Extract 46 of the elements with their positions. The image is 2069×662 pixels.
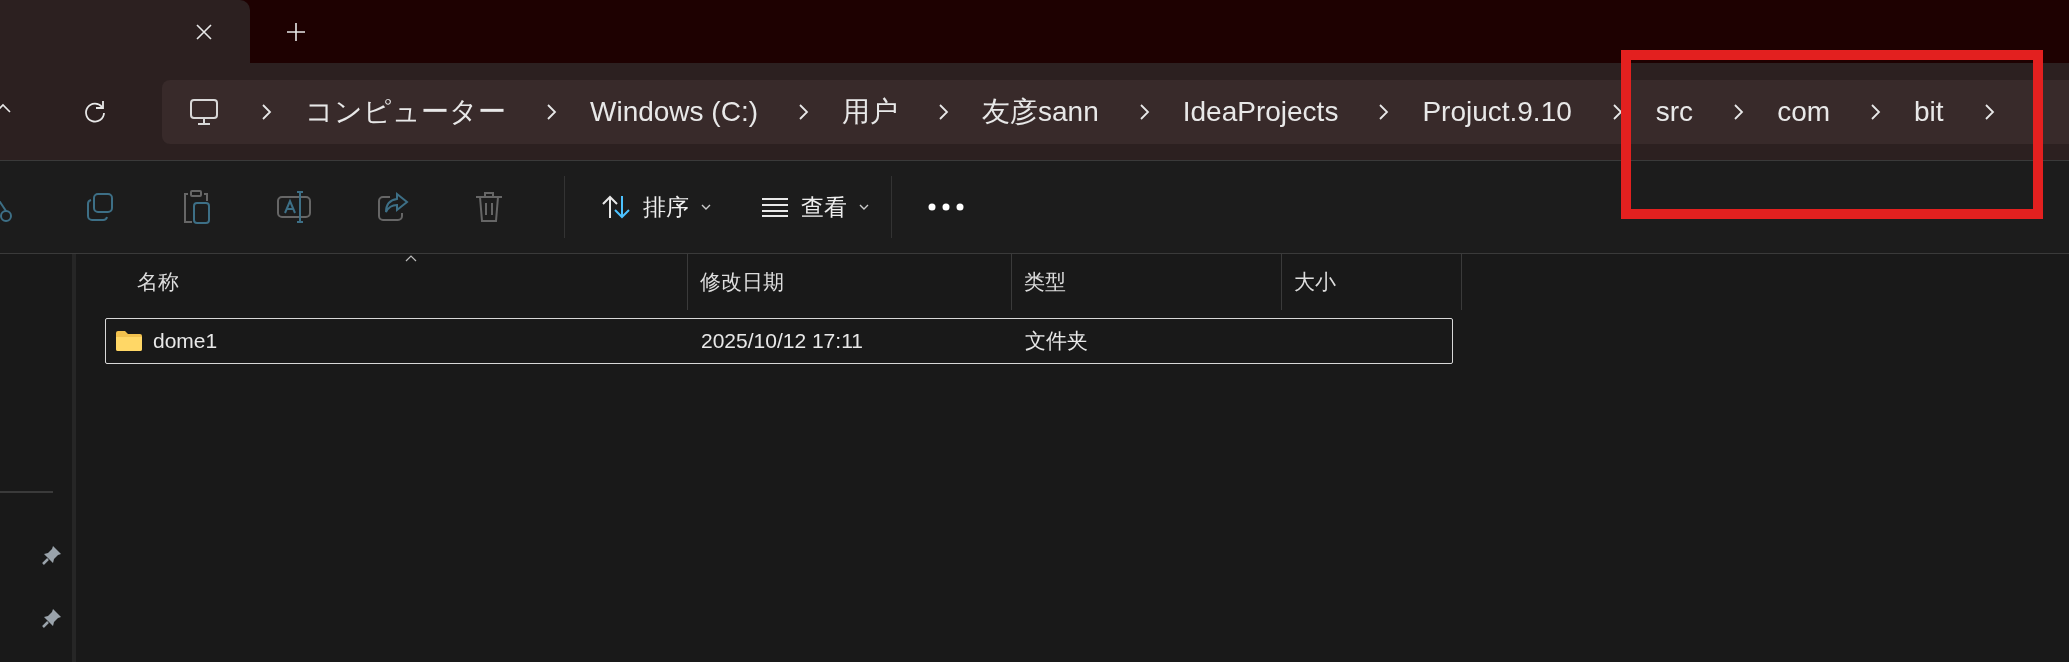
address-bar[interactable]: コンピューター Windows (C:) 用户 友彦sann IdeaProjects Projuct.9.10 src com bit: [162, 79, 2069, 144]
refresh-icon[interactable]: [82, 98, 108, 125]
column-header[interactable]: 修改日期: [688, 254, 1012, 310]
monitor-icon[interactable]: [189, 97, 219, 126]
breadcrumb-item[interactable]: Projuct.9.10: [1422, 95, 1572, 128]
sort-button[interactable]: 排序: [595, 191, 717, 223]
column-header[interactable]: 名称: [105, 254, 688, 310]
caret-icon: [701, 203, 711, 211]
view-button[interactable]: 查看: [755, 191, 875, 223]
breadcrumb-item[interactable]: IdeaProjects: [1182, 95, 1339, 128]
chevron-icon[interactable]: [797, 102, 809, 121]
chevron-icon[interactable]: [1377, 102, 1390, 121]
chevron-icon[interactable]: [1982, 102, 1995, 121]
chevron-icon[interactable]: [1869, 102, 1882, 121]
chevron-icon[interactable]: [545, 102, 557, 121]
chevron-icon[interactable]: [937, 102, 949, 121]
breadcrumb-item[interactable]: 用户: [842, 92, 898, 131]
chevron-icon[interactable]: [1137, 102, 1150, 121]
folder-icon: [115, 330, 143, 352]
modified-date: 2025/10/12 17:11: [701, 329, 863, 353]
breadcrumb-item[interactable]: 友彦sann: [982, 92, 1099, 131]
pin-icon[interactable]: [41, 544, 63, 566]
rename-icon[interactable]: [276, 189, 312, 225]
share-icon[interactable]: [376, 191, 410, 223]
close-icon[interactable]: [194, 21, 214, 42]
sort-arrows-icon: [601, 194, 631, 220]
chevron-icon[interactable]: [1610, 102, 1623, 121]
delete-icon[interactable]: [474, 190, 504, 224]
breadcrumb-item[interactable]: コンピューター: [305, 92, 506, 131]
caret-icon: [859, 203, 869, 211]
file-type: 文件夹: [1025, 328, 1088, 354]
chevron-icon[interactable]: [1732, 102, 1745, 121]
breadcrumb-item[interactable]: bit: [1914, 95, 1944, 128]
pin-icon[interactable]: [41, 607, 63, 629]
file-name: dome1: [153, 329, 218, 353]
copy-icon[interactable]: [84, 191, 116, 223]
chevron-icon[interactable]: [260, 102, 272, 121]
column-header[interactable]: 类型: [1012, 254, 1282, 310]
breadcrumb-item[interactable]: com: [1777, 95, 1831, 128]
column-header[interactable]: 大小: [1282, 254, 1462, 310]
list-lines-icon: [761, 197, 789, 217]
breadcrumb-item[interactable]: src: [1655, 95, 1694, 128]
more-icon[interactable]: [928, 203, 964, 211]
breadcrumb-item[interactable]: Windows (C:): [590, 95, 758, 128]
file-row[interactable]: dome1 2025/10/12 17:11 文件夹: [105, 318, 1453, 364]
new-tab-icon[interactable]: [286, 21, 306, 42]
